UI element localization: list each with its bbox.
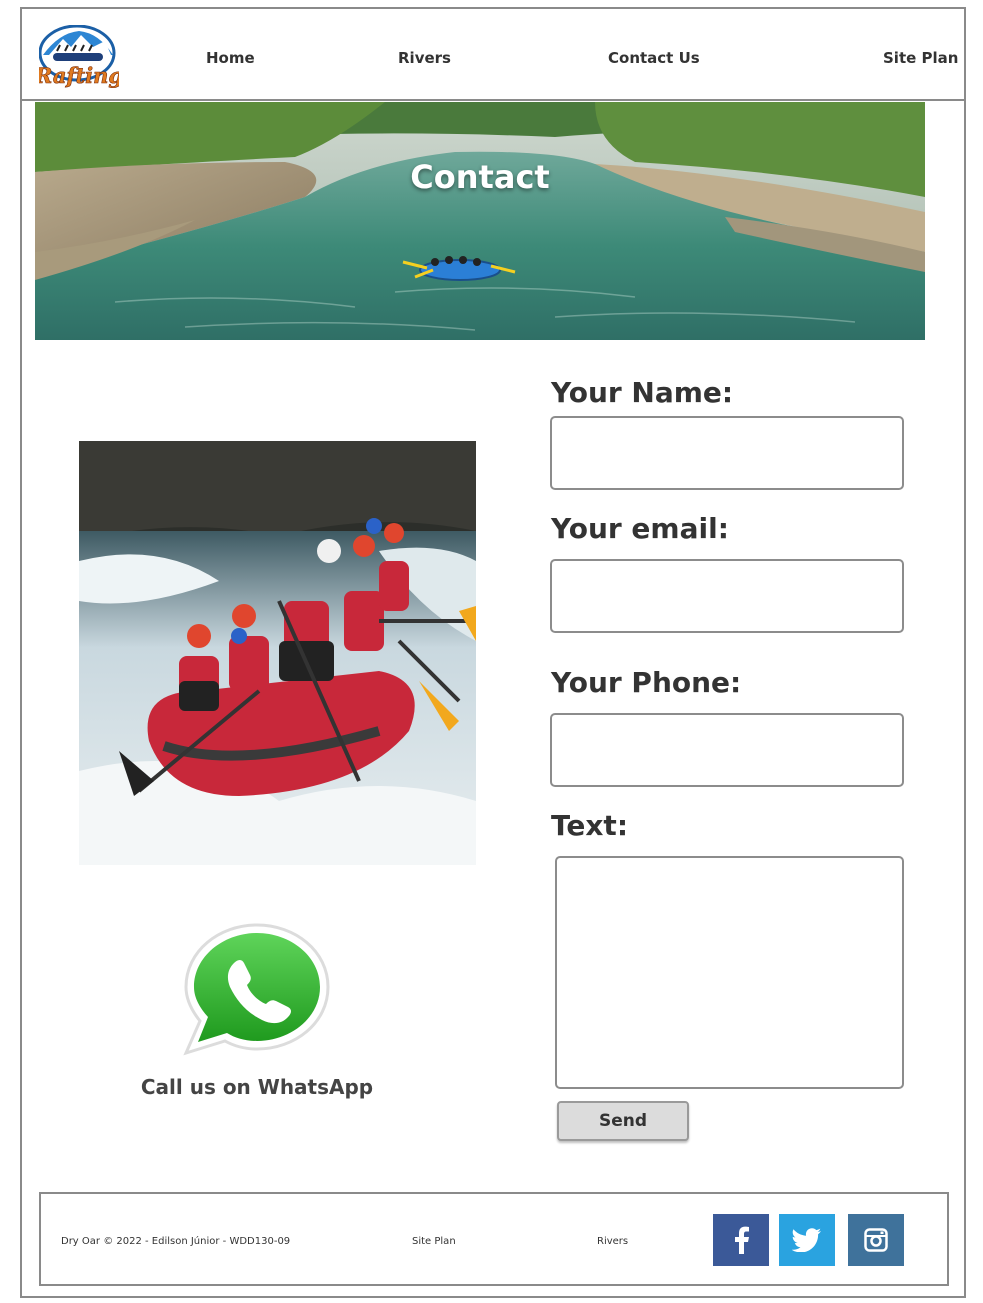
river-landscape-image [35, 102, 925, 340]
footer-link-site-plan[interactable]: Site Plan [412, 1236, 456, 1247]
instagram-icon [864, 1228, 888, 1252]
name-field[interactable] [550, 416, 904, 490]
email-field[interactable] [550, 559, 904, 633]
site-footer: Dry Oar © 2022 - Edilson Júnior - WDD130… [39, 1192, 949, 1286]
phone-field[interactable] [550, 713, 904, 787]
facebook-icon [735, 1226, 749, 1254]
nav-contact-us[interactable]: Contact Us [608, 49, 700, 67]
send-button[interactable]: Send [557, 1101, 689, 1141]
phone-label: Your Phone: [551, 666, 742, 699]
twitter-icon [792, 1228, 821, 1252]
facebook-button[interactable] [713, 1214, 769, 1266]
message-textarea[interactable] [555, 856, 904, 1089]
text-label: Text: [551, 809, 629, 842]
footer-link-rivers[interactable]: Rivers [597, 1236, 628, 1247]
page-frame: Rafting Home Rivers Contact Us Site Plan [20, 7, 966, 1298]
rafting-photo [79, 441, 476, 865]
rafting-logo[interactable]: Rafting [34, 24, 123, 93]
copyright-text: Dry Oar © 2022 - Edilson Júnior - WDD130… [61, 1236, 291, 1247]
name-label: Your Name: [551, 376, 734, 409]
logo-text: Rafting [39, 63, 119, 88]
hero-banner: Contact [35, 102, 925, 340]
nav-rivers[interactable]: Rivers [398, 49, 451, 67]
page-title: Contact [410, 158, 550, 196]
whatsapp-label[interactable]: Call us on WhatsApp [122, 1075, 392, 1099]
instagram-button[interactable] [848, 1214, 904, 1266]
site-header: Rafting Home Rivers Contact Us Site Plan [22, 9, 964, 101]
email-label: Your email: [551, 512, 729, 545]
nav-home[interactable]: Home [206, 49, 255, 67]
nav-site-plan[interactable]: Site Plan [883, 49, 958, 67]
twitter-button[interactable] [779, 1214, 835, 1266]
whatsapp-icon[interactable] [182, 921, 332, 1056]
